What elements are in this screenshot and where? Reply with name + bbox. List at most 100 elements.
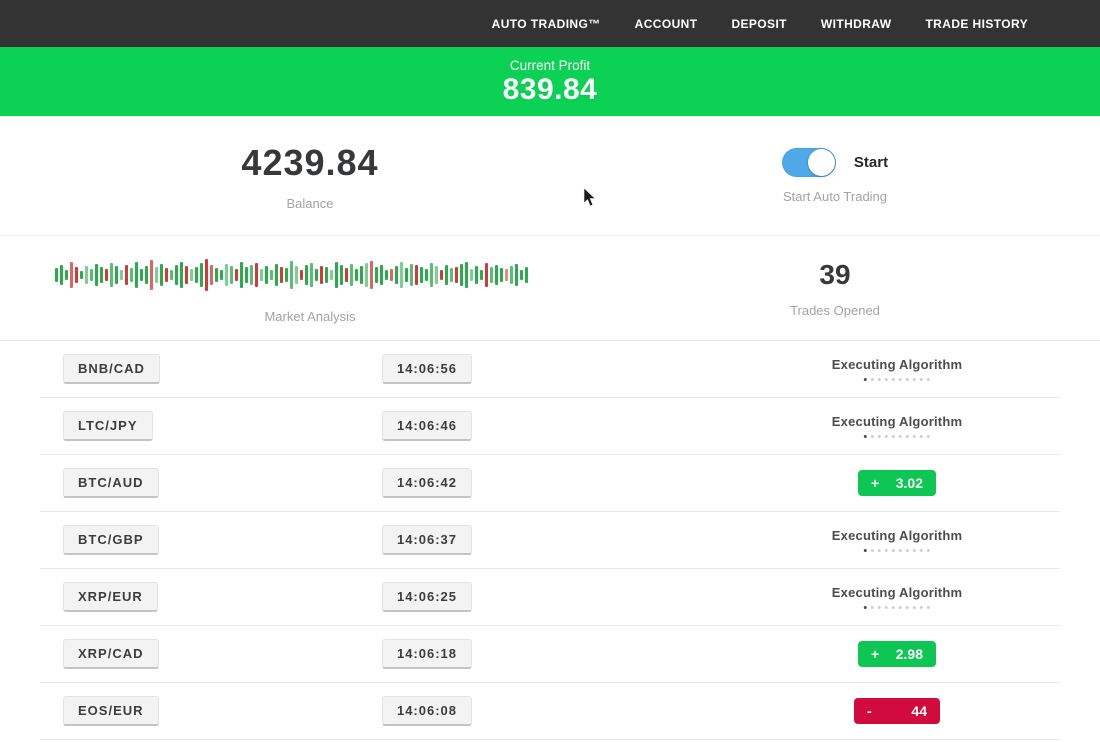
nav-item-deposit[interactable]: DEPOSIT (731, 17, 786, 31)
candle-bar-green (265, 266, 268, 284)
candle-bar-red (280, 267, 283, 283)
balance-label: Balance (287, 196, 334, 211)
trade-time-button[interactable]: 14:06:18 (382, 639, 472, 669)
candle-bar-green (190, 269, 193, 281)
candle-bar-red (370, 261, 373, 289)
dot-icon (885, 549, 888, 552)
executing-algorithm-label: Executing Algorithm (832, 585, 962, 600)
trade-row: BTC/AUD14:06:42+3.02 (40, 455, 1060, 512)
candle-bar-red (235, 269, 238, 281)
candle-bar-green (130, 268, 133, 282)
candle-bar-green (90, 269, 93, 281)
dot-icon (927, 606, 930, 609)
pair-button[interactable]: EOS/EUR (63, 696, 159, 726)
candle-bar-red (125, 265, 128, 285)
candle-bar-green (395, 266, 398, 284)
dot-icon (906, 435, 909, 438)
trade-time-button[interactable]: 14:06:37 (382, 525, 472, 555)
toggle-caption: Start Auto Trading (783, 189, 887, 204)
candle-bar-green (525, 267, 528, 283)
candle-bar-green (510, 266, 513, 284)
progress-dots-loader (832, 378, 962, 381)
dot-icon (927, 435, 930, 438)
balance-block: 4239.84 Balance (40, 117, 580, 235)
candle-bar-green (355, 269, 358, 281)
candle-bar-green (325, 267, 328, 283)
candle-bar-red (70, 262, 73, 288)
dot-icon (906, 606, 909, 609)
nav-item-auto-trading[interactable]: AUTO TRADING™ (492, 17, 601, 31)
auto-trading-toggle[interactable] (782, 148, 836, 177)
candle-bar-green (160, 264, 163, 286)
candle-bar-green (290, 261, 293, 289)
dot-icon (913, 549, 916, 552)
candle-bar-green (430, 263, 433, 287)
candle-bar-green (330, 270, 333, 280)
dot-icon (892, 378, 895, 381)
nav-item-trade-history[interactable]: TRADE HISTORY (925, 17, 1028, 31)
candle-bar-green (110, 263, 113, 287)
dot-icon (913, 378, 916, 381)
candle-bar-red (300, 270, 303, 280)
pair-button[interactable]: XRP/EUR (63, 582, 158, 612)
dot-icon (871, 549, 874, 552)
candle-bar-red (415, 265, 418, 285)
pair-button[interactable]: BNB/CAD (63, 354, 160, 384)
dot-icon (864, 435, 867, 438)
auto-trading-block: Start Start Auto Trading (580, 117, 1060, 235)
candle-bar-green (360, 266, 363, 284)
result-value: 3.02 (896, 475, 923, 491)
candle-bar-green (155, 267, 158, 283)
candle-bar-red (440, 270, 443, 280)
candle-bar-green (460, 264, 463, 286)
trade-time-button[interactable]: 14:06:08 (382, 696, 472, 726)
dot-icon (864, 606, 867, 609)
dot-icon (920, 378, 923, 381)
candle-bar-red (505, 269, 508, 281)
result-sign: - (867, 703, 872, 719)
candle-bar-green (435, 266, 438, 284)
progress-dots-loader (832, 549, 962, 552)
dot-icon (906, 378, 909, 381)
candle-bar-green (340, 265, 343, 285)
nav-item-account[interactable]: ACCOUNT (635, 17, 698, 31)
trade-time-button[interactable]: 14:06:25 (382, 582, 472, 612)
candle-bar-green (250, 265, 253, 285)
candle-bar-red (390, 269, 393, 281)
candle-bar-green (220, 270, 223, 280)
dot-icon (899, 435, 902, 438)
pair-button[interactable]: BTC/AUD (63, 468, 159, 498)
candle-bar-green (400, 262, 403, 288)
dot-icon (864, 378, 867, 381)
dot-icon (892, 606, 895, 609)
market-analysis-block: Market Analysis (40, 236, 580, 340)
trades-list: BNB/CAD 14:06:56 Executing Algorithm LTC/JP… (0, 341, 1100, 740)
candle-bar-green (470, 269, 473, 281)
candle-bar-green (55, 268, 58, 282)
trade-status: Executing Algorithm (832, 585, 962, 609)
dot-icon (871, 378, 874, 381)
trade-time-button[interactable]: 14:06:46 (382, 411, 472, 441)
trade-time-button[interactable]: 14:06:56 (382, 354, 472, 384)
pair-button[interactable]: BTC/GBP (63, 525, 159, 555)
trade-time-button[interactable]: 14:06:42 (382, 468, 472, 498)
candle-bar-green (305, 265, 308, 285)
trade-row: EOS/EUR 14:06:08 - 44 (40, 683, 1060, 740)
candle-bar-green (295, 266, 298, 284)
candle-bar-green (145, 266, 148, 284)
candle-bar-green (240, 262, 243, 288)
candle-bar-green (85, 266, 88, 284)
result-value: 44 (911, 703, 927, 719)
nav-item-withdraw[interactable]: WITHDRAW (821, 17, 892, 31)
candle-bar-green (500, 268, 503, 282)
top-navbar: AUTO TRADING™ ACCOUNT DEPOSIT WITHDRAW TRADE… (0, 0, 1100, 47)
candle-bar-green (120, 270, 123, 280)
dot-icon (899, 606, 902, 609)
candle-bar-green (380, 265, 383, 285)
candle-bar-green (310, 263, 313, 287)
candle-bar-green (60, 265, 63, 285)
pair-button[interactable]: XRP/CAD (63, 639, 159, 669)
current-profit-label: Current Profit (510, 58, 590, 73)
pair-button[interactable]: LTC/JPY (63, 411, 153, 441)
market-analysis-label: Market Analysis (264, 309, 355, 324)
